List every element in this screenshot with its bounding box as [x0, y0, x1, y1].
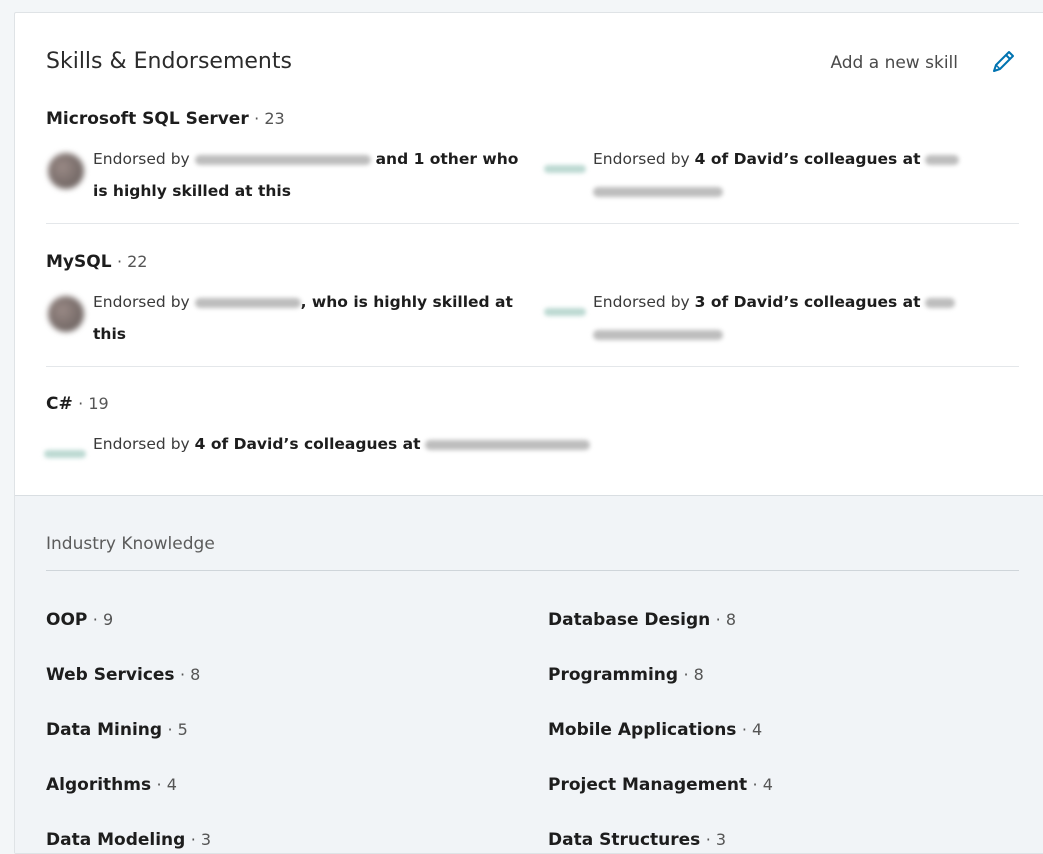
endorsement-count[interactable]: · 9 — [93, 610, 113, 629]
endorsement-highlight[interactable]: Endorsed by , who is highly skilled at t… — [46, 286, 523, 350]
industry-skill-item[interactable]: Programming · 8 — [548, 665, 704, 685]
redacted-company — [925, 154, 960, 165]
endorsement-detail: , who is highly skilled at — [300, 293, 513, 311]
industry-skill-item[interactable]: Data Structures · 3 — [548, 830, 726, 850]
industry-skill-item[interactable]: Data Modeling · 3 — [46, 830, 211, 850]
endorsement-detail-line2: this — [93, 325, 126, 343]
skill-name[interactable]: Mobile Applications — [548, 720, 736, 740]
colleague-endorsement[interactable]: Endorsed by 4 of David’s colleagues at — [544, 143, 1023, 207]
endorsement-count[interactable]: · 3 — [706, 830, 726, 849]
redacted-name — [194, 154, 371, 165]
skill-name[interactable]: Database Design — [548, 610, 710, 630]
colleague-count: 4 of David’s colleagues at — [194, 435, 421, 453]
skill-name[interactable]: Web Services — [46, 665, 175, 685]
endorsement-count[interactable]: · 3 — [191, 830, 211, 849]
endorsement-count[interactable]: · 8 — [683, 665, 703, 684]
skill-name[interactable]: MySQL — [46, 252, 112, 272]
skill-entry-mysql[interactable]: MySQL · 22 Endorsed by , who is highly s… — [46, 252, 1019, 362]
pencil-icon — [993, 51, 1014, 72]
industry-skill-item[interactable]: Mobile Applications · 4 — [548, 720, 762, 740]
redacted-company — [425, 439, 591, 450]
skills-header: Skills & Endorsements Add a new skill — [46, 49, 1043, 89]
endorsement-prefix: Endorsed by — [593, 293, 690, 311]
colleague-count: 4 of David’s colleagues at — [694, 150, 921, 168]
skill-name[interactable]: Project Management — [548, 775, 747, 795]
industry-knowledge-heading: Industry Knowledge — [46, 534, 215, 554]
skill-name[interactable]: Data Structures — [548, 830, 700, 850]
endorsement-prefix: Endorsed by — [593, 150, 690, 168]
edit-skills-button[interactable] — [988, 47, 1018, 77]
industry-skill-item[interactable]: Algorithms · 4 — [46, 775, 177, 795]
endorser-avatar-icon — [48, 296, 84, 332]
endorsement-count[interactable]: · 4 — [753, 775, 773, 794]
endorsement-count[interactable]: · 8 — [716, 610, 736, 629]
skill-entry-microsoft-sql-server[interactable]: Microsoft SQL Server · 23 Endorsed by an… — [46, 109, 1019, 219]
endorsement-prefix: Endorsed by — [93, 150, 190, 168]
endorsement-count[interactable]: · 19 — [78, 394, 109, 413]
industry-skill-item[interactable]: OOP · 9 — [46, 610, 113, 630]
endorsement-count[interactable]: · 8 — [180, 665, 200, 684]
redacted-company — [925, 297, 956, 308]
industry-knowledge-section: Industry Knowledge OOP · 9 Database Desi… — [15, 495, 1043, 853]
redacted-name — [194, 297, 301, 308]
endorser-avatar-icon — [48, 153, 84, 189]
skill-entry-csharp[interactable]: C# · 19 Endorsed by 4 of David’s colleag… — [44, 394, 1019, 484]
industry-skill-item[interactable]: Data Mining · 5 — [46, 720, 188, 740]
endorsement-count[interactable]: · 22 — [117, 252, 148, 271]
skill-name[interactable]: Algorithms — [46, 775, 151, 795]
endorsement-count[interactable]: · 23 — [254, 109, 285, 128]
industry-skill-item[interactable]: Web Services · 8 — [46, 665, 200, 685]
endorsement-count[interactable]: · 4 — [742, 720, 762, 739]
section-title: Skills & Endorsements — [46, 49, 292, 74]
colleague-endorsement[interactable]: Endorsed by 3 of David’s colleagues at — [544, 286, 1023, 350]
redacted-company-line2 — [593, 186, 723, 197]
endorsement-count[interactable]: · 5 — [167, 720, 187, 739]
colleague-endorsement[interactable]: Endorsed by 4 of David’s colleagues at — [44, 428, 646, 460]
industry-skill-item[interactable]: Project Management · 4 — [548, 775, 773, 795]
skill-name[interactable]: OOP — [46, 610, 87, 630]
skill-name[interactable]: Data Modeling — [46, 830, 185, 850]
endorsement-count[interactable]: · 4 — [157, 775, 177, 794]
skill-name[interactable]: C# — [46, 394, 73, 414]
company-logo-icon — [44, 450, 86, 458]
redacted-company-line2 — [593, 329, 723, 340]
endorsement-prefix: Endorsed by — [93, 435, 190, 453]
endorsement-detail-line2: is highly skilled at this — [93, 182, 291, 200]
skill-name[interactable]: Programming — [548, 665, 678, 685]
company-logo-icon — [544, 165, 586, 173]
endorsement-highlight[interactable]: Endorsed by and 1 other who is highly sk… — [46, 143, 523, 207]
skill-name[interactable]: Microsoft SQL Server — [46, 109, 249, 129]
skills-card: Skills & Endorsements Add a new skill Mi… — [14, 12, 1043, 854]
colleague-count: 3 of David’s colleagues at — [694, 293, 921, 311]
endorsement-detail: and 1 other who — [375, 150, 519, 168]
add-new-skill-link[interactable]: Add a new skill — [830, 53, 958, 73]
skill-divider — [46, 223, 1019, 224]
industry-skill-item[interactable]: Database Design · 8 — [548, 610, 736, 630]
company-logo-icon — [544, 308, 586, 316]
endorsement-prefix: Endorsed by — [93, 293, 190, 311]
skill-divider — [46, 366, 1019, 367]
industry-divider — [46, 570, 1019, 571]
skill-name[interactable]: Data Mining — [46, 720, 162, 740]
